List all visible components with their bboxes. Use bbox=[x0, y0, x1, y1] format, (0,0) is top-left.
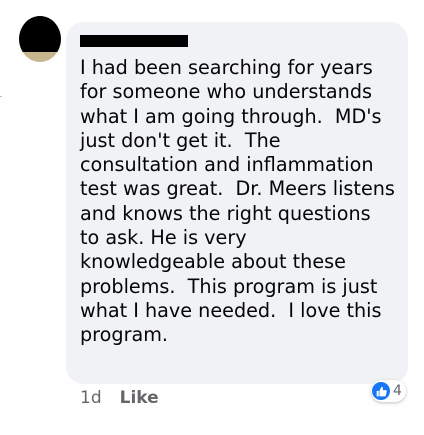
thumbs-up-glyph bbox=[376, 386, 387, 396]
reaction-count: 4 bbox=[393, 383, 402, 399]
comment-actions: 1d Like bbox=[80, 388, 159, 408]
comment-line: test was great. Dr. Meers listens bbox=[80, 177, 395, 201]
avatar[interactable] bbox=[19, 16, 61, 62]
comment-line: what I am going through. MD's bbox=[80, 104, 382, 128]
comment-line: what I have needed. I love this bbox=[80, 298, 382, 322]
comment-line: and knows the right questions bbox=[80, 201, 371, 225]
redaction-bar bbox=[19, 16, 61, 52]
comment-timestamp[interactable]: 1d bbox=[80, 388, 102, 408]
like-button[interactable]: Like bbox=[120, 388, 159, 408]
comment-line: for someone who understands bbox=[80, 80, 373, 104]
comment-line: program. bbox=[80, 323, 169, 347]
comment-line: consultation and inflammation bbox=[80, 153, 374, 177]
comment-line: to ask. He is very bbox=[80, 226, 247, 250]
divider bbox=[0, 96, 2, 97]
author-name-redaction[interactable] bbox=[80, 35, 188, 47]
comment-line: problems. This program is just bbox=[80, 274, 378, 298]
comment-line: I had been searching for years bbox=[80, 56, 373, 79]
like-thumb-icon bbox=[372, 382, 390, 400]
reaction-summary[interactable]: 4 bbox=[371, 380, 406, 402]
comment-line: just don't get it. The bbox=[80, 128, 281, 152]
comment-line: knowledgeable about these bbox=[80, 250, 346, 274]
comment-text: I had been searching for years for someo… bbox=[80, 56, 406, 348]
